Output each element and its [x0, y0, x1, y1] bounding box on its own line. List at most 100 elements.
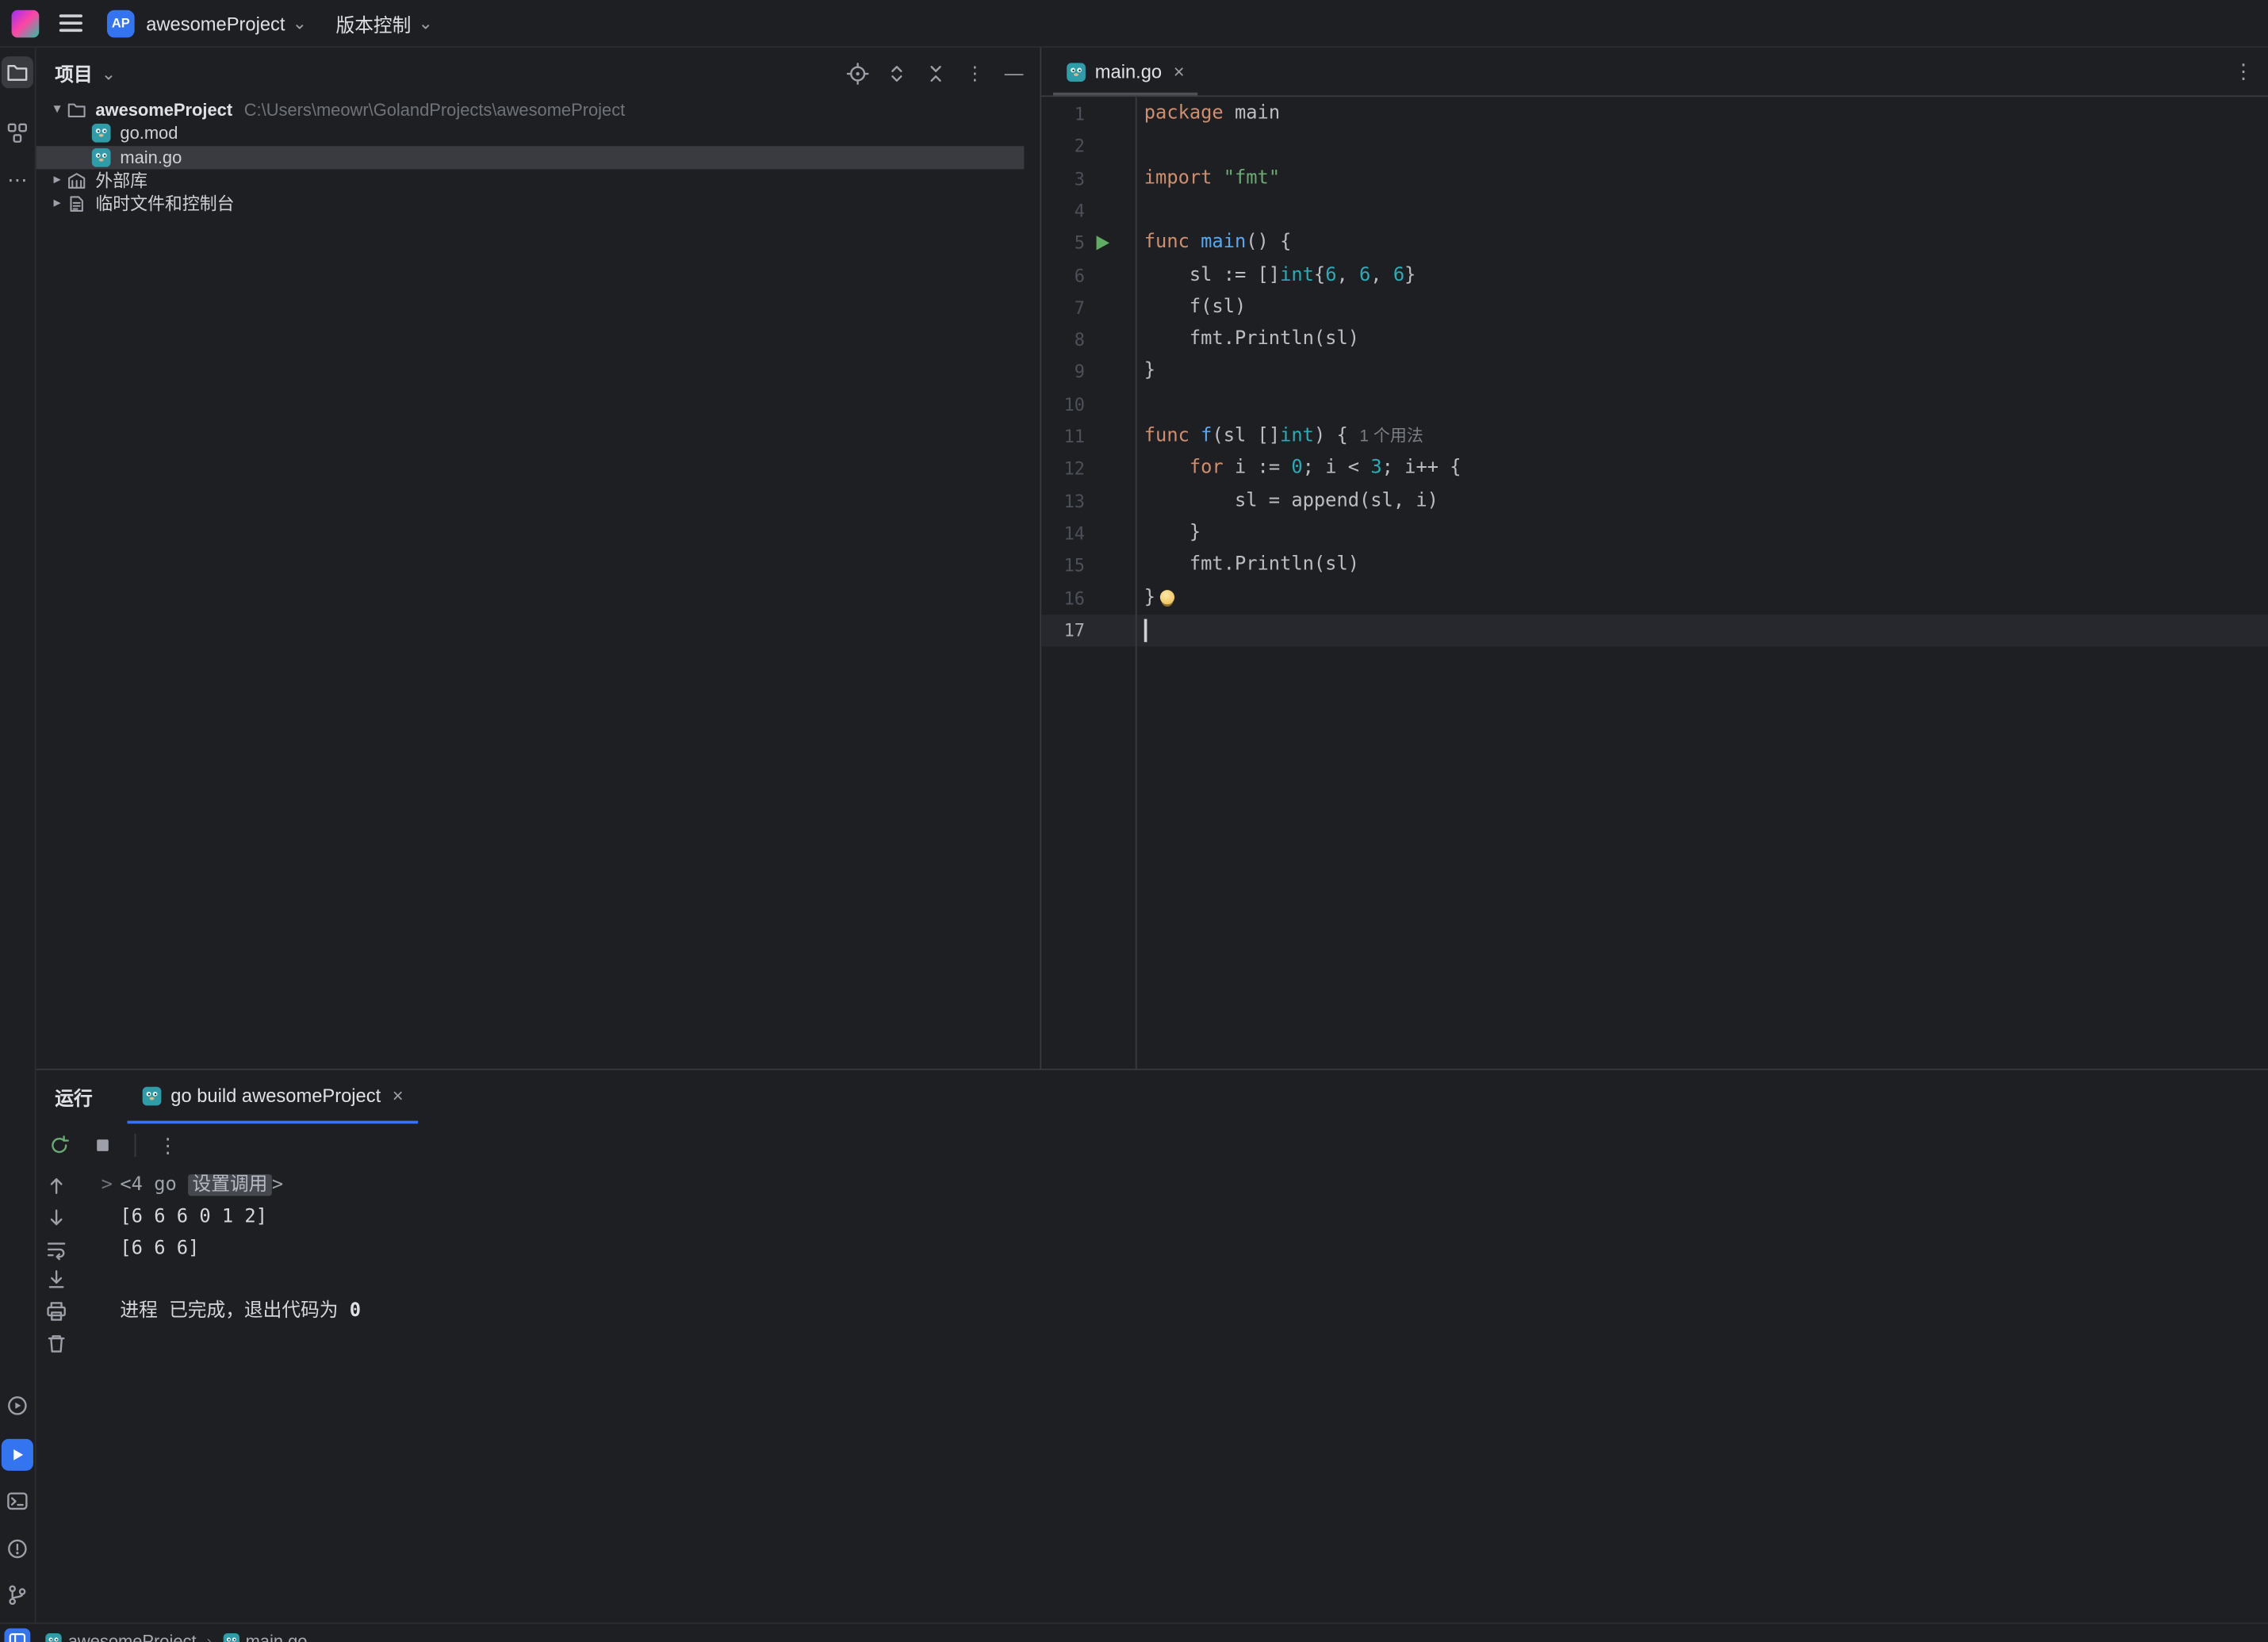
project-tree: ▾awesomeProjectC:\Users\meowr\GolandProj…	[36, 98, 1040, 216]
line-number[interactable]: 16	[1064, 582, 1085, 614]
clear-console-icon[interactable]	[45, 1332, 68, 1355]
breadcrumb: awesomeProject›main.go	[45, 1631, 308, 1642]
rerun-icon[interactable]	[48, 1134, 71, 1157]
line-number[interactable]: 4	[1075, 195, 1085, 228]
line-number[interactable]: 17	[1064, 614, 1085, 647]
line-number[interactable]: 5	[1075, 228, 1085, 260]
close-icon[interactable]: ×	[393, 1085, 404, 1106]
line-number[interactable]: 13	[1064, 485, 1085, 518]
stop-icon[interactable]	[91, 1134, 114, 1157]
editor-gutter[interactable]: 1234567891011121314151617	[1041, 97, 1136, 1069]
line-number[interactable]: 2	[1075, 131, 1085, 163]
run-tool-window-icon[interactable]	[2, 1439, 33, 1471]
code-line[interactable]: sl = append(sl, i)	[1144, 485, 1439, 518]
code-line[interactable]: }	[1144, 582, 1174, 614]
collapse-all-icon[interactable]	[925, 62, 948, 85]
tree-item[interactable]: ▸外部库	[36, 169, 1025, 193]
editor-options-icon[interactable]: ⋮	[2233, 59, 2268, 84]
run-line-icon[interactable]	[1097, 235, 1109, 250]
git-branch-icon[interactable]	[2, 1579, 33, 1611]
breadcrumb-item[interactable]: awesomeProject	[45, 1631, 197, 1642]
run-panel: 运行 go build awesomeProject × ⋮ ><4 go 设置…	[36, 1070, 2268, 1623]
chevron-collapsed-icon[interactable]: ▸	[48, 193, 67, 216]
vcs-menu[interactable]: 版本控制	[335, 10, 411, 37]
toolbar-divider	[135, 1134, 136, 1157]
tree-item-path: C:\Users\meowr\GolandProjects\awesomePro…	[244, 98, 626, 122]
chevron-down-icon: ⌄	[293, 16, 307, 30]
scroll-to-end-icon[interactable]	[45, 1269, 68, 1292]
project-badge: AP	[107, 10, 135, 37]
tree-item[interactable]: go.mod	[36, 122, 1025, 146]
code-line[interactable]: fmt.Println(sl)	[1144, 324, 1359, 357]
hide-panel-icon[interactable]: —	[1002, 62, 1025, 85]
chevron-expanded-icon[interactable]: ▾	[48, 98, 67, 122]
tab-label: main.go	[1095, 61, 1162, 82]
code-area[interactable]: 1234567891011121314151617 package mainim…	[1041, 97, 2268, 1069]
code-line[interactable]: import "fmt"	[1144, 163, 1280, 195]
run-panel-header: 运行 go build awesomeProject ×	[36, 1070, 2268, 1123]
tree-item[interactable]: ▾awesomeProjectC:\Users\meowr\GolandProj…	[36, 98, 1025, 122]
go-run-config-icon	[142, 1085, 163, 1106]
console-line: ><4 go 设置调用>	[120, 1170, 283, 1202]
soft-wrap-icon[interactable]	[45, 1238, 68, 1261]
code-line[interactable]: for i := 0; i < 3; i++ {	[1144, 453, 1462, 485]
problems-tool-icon[interactable]	[2, 1533, 33, 1564]
expand-all-icon[interactable]	[885, 62, 908, 85]
intention-bulb-icon[interactable]	[1160, 589, 1174, 603]
project-selector[interactable]: awesomeProject	[146, 13, 285, 34]
line-number[interactable]: 1	[1075, 98, 1085, 131]
project-panel-title[interactable]: 项目	[55, 59, 92, 87]
panel-options-icon[interactable]: ⋮	[964, 62, 987, 85]
run-options-icon[interactable]: ⋮	[156, 1134, 179, 1157]
project-panel-header: 项目 ⌄ ⋮ —	[36, 48, 1040, 98]
chevron-collapsed-icon[interactable]: ▸	[48, 169, 67, 193]
code-line[interactable]: func f(sl []int) {1 个用法	[1144, 421, 1423, 454]
next-occurrence-icon[interactable]	[45, 1206, 68, 1229]
services-tool-icon[interactable]	[2, 1390, 33, 1422]
main-menu-icon[interactable]	[59, 14, 82, 32]
scratch-icon	[67, 193, 91, 215]
line-number[interactable]: 3	[1075, 163, 1085, 195]
project-tool-window-icon[interactable]	[2, 56, 33, 88]
line-number[interactable]: 7	[1075, 292, 1085, 324]
console-line: [6 6 6 0 1 2]	[120, 1201, 267, 1233]
locate-file-icon[interactable]	[846, 62, 869, 85]
line-number[interactable]: 12	[1064, 453, 1085, 485]
prev-occurrence-icon[interactable]	[45, 1174, 68, 1197]
code-line[interactable]: }	[1144, 518, 1201, 550]
line-number[interactable]: 14	[1064, 518, 1085, 550]
tool-window-layout-icon[interactable]	[4, 1628, 30, 1642]
line-number[interactable]: 10	[1064, 388, 1085, 421]
code-line[interactable]: fmt.Println(sl)	[1144, 549, 1359, 582]
code-line[interactable]: }	[1144, 356, 1155, 388]
code-line[interactable]: func main() {	[1144, 228, 1292, 260]
go-icon	[91, 147, 116, 168]
code-line[interactable]: sl := []int{6, 6, 6}	[1144, 259, 1416, 292]
code-line[interactable]: f(sl)	[1144, 292, 1247, 324]
goland-logo-icon	[12, 10, 40, 37]
close-icon[interactable]: ×	[1174, 61, 1185, 82]
chevron-down-icon: ⌄	[418, 16, 432, 30]
console-output[interactable]: ><4 go 设置调用>[6 6 6 0 1 2][6 6 6]进程 已完成，退…	[102, 1167, 2268, 1623]
line-number[interactable]: 15	[1064, 549, 1085, 582]
console-icon-strip	[45, 1167, 68, 1355]
print-icon[interactable]	[45, 1300, 68, 1323]
line-number[interactable]: 9	[1075, 356, 1085, 388]
more-tools-icon[interactable]: ⋯	[2, 163, 33, 195]
line-number[interactable]: 6	[1075, 259, 1085, 292]
code-line[interactable]: package main	[1144, 98, 1280, 131]
tree-item[interactable]: ▸ 临时文件和控制台	[36, 193, 1025, 216]
terminal-tool-icon[interactable]	[2, 1485, 33, 1517]
run-panel-title[interactable]: 运行	[55, 1083, 92, 1111]
folder-icon	[67, 99, 91, 121]
run-tab-label: go build awesomeProject	[170, 1085, 381, 1106]
tree-item[interactable]: main.go	[36, 145, 1025, 169]
breadcrumb-item[interactable]: main.go	[222, 1631, 307, 1642]
run-config-tab[interactable]: go build awesomeProject ×	[128, 1070, 418, 1123]
line-number[interactable]: 11	[1064, 421, 1085, 454]
structure-tool-icon[interactable]	[2, 117, 33, 149]
line-number[interactable]: 8	[1075, 324, 1085, 357]
tree-item-label: 临时文件和控制台	[95, 193, 234, 216]
tab-main-go[interactable]: main.go ×	[1053, 48, 1197, 95]
console-line: [6 6 6]	[120, 1233, 199, 1265]
